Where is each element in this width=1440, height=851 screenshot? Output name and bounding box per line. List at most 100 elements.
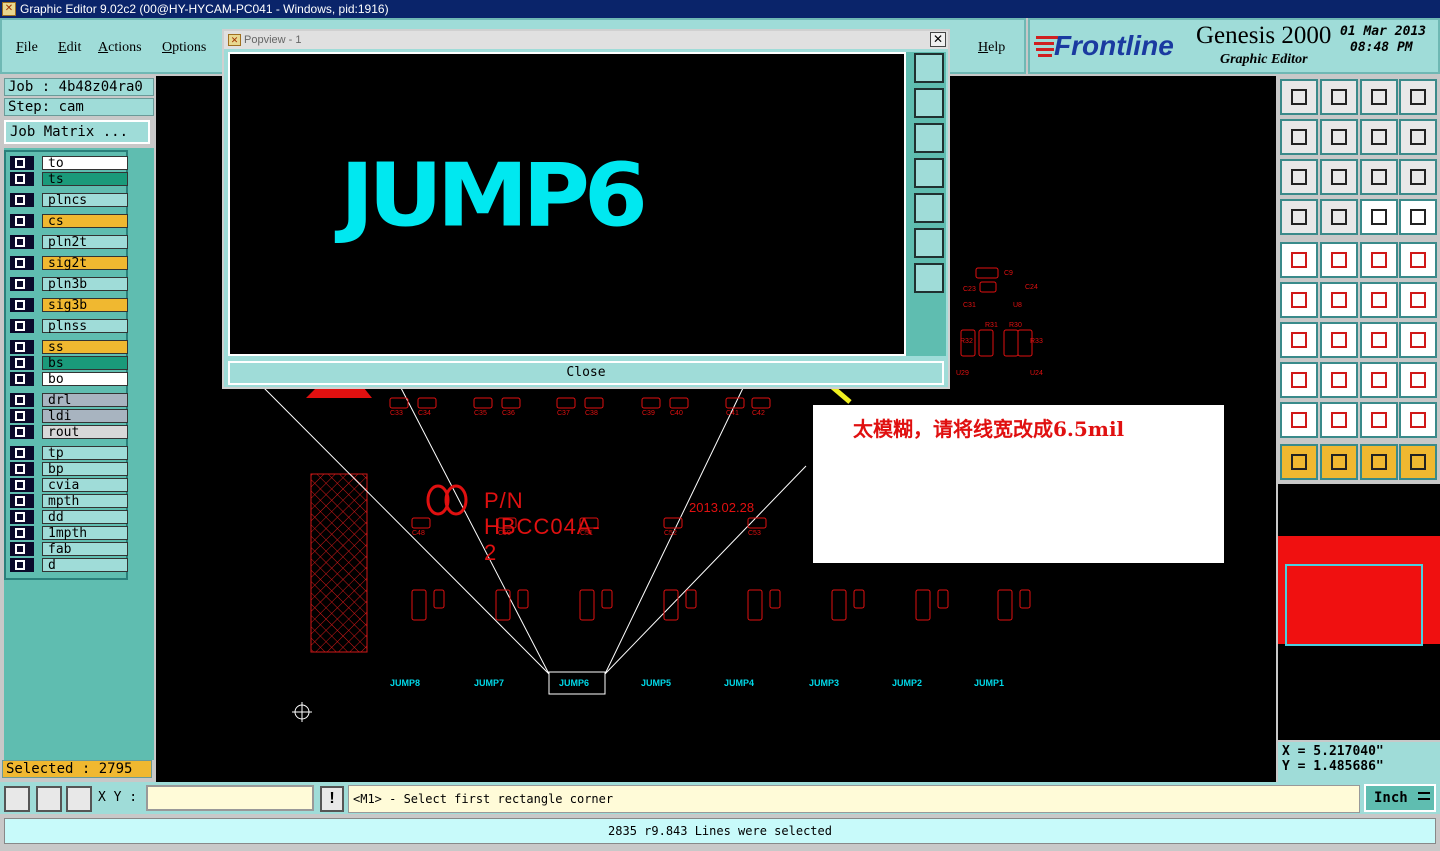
layer-name[interactable]: to	[42, 156, 128, 171]
layer-checkbox[interactable]	[10, 172, 34, 186]
layer-row-pln2t[interactable]: pln2t	[10, 235, 128, 250]
triangle-icon[interactable]	[1280, 402, 1318, 438]
measure-icon[interactable]	[1360, 242, 1398, 278]
layer-name[interactable]: d	[42, 558, 128, 573]
route-icon[interactable]	[1399, 444, 1437, 480]
zoom-swap-icon[interactable]	[1360, 119, 1398, 155]
net2-icon[interactable]	[1399, 199, 1437, 235]
connect-icon[interactable]	[1280, 282, 1318, 318]
layer-checkbox[interactable]	[10, 356, 34, 370]
layer-name[interactable]: bo	[42, 372, 128, 387]
help-icon[interactable]	[1399, 159, 1437, 195]
move-point2-icon[interactable]	[1399, 282, 1437, 318]
copy-pad-icon[interactable]	[1280, 362, 1318, 398]
snap-icon[interactable]	[1320, 199, 1358, 235]
save-icon[interactable]	[1320, 79, 1358, 115]
menu-actions[interactable]: Actions	[98, 40, 142, 56]
select-pad-icon[interactable]	[1280, 242, 1318, 278]
angle-icon[interactable]	[1280, 322, 1318, 358]
layer-name[interactable]: cs	[42, 214, 128, 229]
layer-checkbox[interactable]	[10, 409, 34, 423]
layer-name[interactable]: cvia	[42, 478, 128, 493]
layer-row-ldi[interactable]: ldi	[10, 409, 128, 424]
layer-row-cvia[interactable]: cvia	[10, 478, 128, 493]
pan-right-icon[interactable]	[1320, 119, 1358, 155]
layer-row-plncs[interactable]: plncs	[10, 193, 128, 208]
popview-pan-down-icon[interactable]	[914, 123, 944, 153]
rotate-icon[interactable]	[1399, 119, 1437, 155]
layer-checkbox[interactable]	[10, 156, 34, 170]
zoom-tool-icon[interactable]	[4, 786, 30, 812]
units-select[interactable]: Inch	[1364, 784, 1436, 812]
triangle4-icon[interactable]	[1399, 402, 1437, 438]
layer-row-plnss[interactable]: plnss	[10, 319, 128, 334]
mirror-icon[interactable]	[1399, 322, 1437, 358]
split-view-icon[interactable]	[1399, 79, 1437, 115]
popview-zoom-out-icon[interactable]	[914, 263, 944, 293]
job-matrix-button[interactable]: Job Matrix ...	[4, 120, 150, 144]
layer-row-bo[interactable]: bo	[10, 372, 128, 387]
layer-row-mpth[interactable]: mpth	[10, 494, 128, 509]
popview-close-button[interactable]: Close	[228, 361, 944, 385]
layer-row-fab[interactable]: fab	[10, 542, 128, 557]
layer-checkbox[interactable]	[10, 193, 34, 207]
triangle3-icon[interactable]	[1360, 402, 1398, 438]
layer-row-pln3b[interactable]: pln3b	[10, 277, 128, 292]
popview-zoom-fit-icon[interactable]	[914, 53, 944, 83]
layer-checkbox[interactable]	[10, 494, 34, 508]
layer-checkbox[interactable]	[10, 256, 34, 270]
pointer-icon[interactable]	[1280, 444, 1318, 480]
layer-row-rout[interactable]: rout	[10, 425, 128, 440]
layer-name[interactable]: ldi	[42, 409, 128, 424]
line-icon[interactable]	[1320, 322, 1358, 358]
layer-name[interactable]: drl	[42, 393, 128, 408]
layer-name[interactable]: mpth	[42, 494, 128, 509]
arc-icon[interactable]	[1360, 322, 1398, 358]
layer-row-ts[interactable]: ts	[10, 172, 128, 187]
layer-checkbox[interactable]	[10, 298, 34, 312]
layer-checkbox[interactable]	[10, 277, 34, 291]
layer-name[interactable]: 1mpth	[42, 526, 128, 541]
layer-checkbox[interactable]	[10, 542, 34, 556]
layer-checkbox[interactable]	[10, 510, 34, 524]
cross-icon[interactable]	[1320, 282, 1358, 318]
move-point-icon[interactable]	[1360, 282, 1398, 318]
pointer-select-icon[interactable]	[1360, 444, 1398, 480]
alert-icon[interactable]: !	[320, 786, 344, 812]
layer-name[interactable]: dd	[42, 510, 128, 525]
layer-checkbox[interactable]	[10, 462, 34, 476]
layer-name[interactable]: sig2t	[42, 256, 128, 271]
layer-name[interactable]: bp	[42, 462, 128, 477]
popview-pan-up-icon[interactable]	[914, 88, 944, 118]
layer-checkbox[interactable]	[10, 372, 34, 386]
layer-checkbox[interactable]	[10, 235, 34, 249]
layer-name[interactable]: sig3b	[42, 298, 128, 313]
center-icon[interactable]	[1320, 159, 1358, 195]
menu-edit[interactable]: Edit	[58, 40, 81, 56]
break-line-icon[interactable]	[1320, 362, 1358, 398]
layer-row-to[interactable]: to	[10, 156, 128, 171]
layer-row-d[interactable]: d	[10, 558, 128, 573]
layer-name[interactable]: plnss	[42, 319, 128, 334]
layer-checkbox[interactable]	[10, 526, 34, 540]
fit-icon[interactable]	[1280, 159, 1318, 195]
menu-file[interactable]: File	[16, 40, 38, 56]
layer-row-sig3b[interactable]: sig3b	[10, 298, 128, 313]
xy-input[interactable]	[146, 785, 314, 811]
home-icon[interactable]	[1360, 79, 1398, 115]
record-icon[interactable]	[1399, 242, 1437, 278]
resize-icon[interactable]	[1360, 362, 1398, 398]
layer-name[interactable]: ss	[42, 340, 128, 355]
measure-tool-icon[interactable]	[36, 786, 62, 812]
scale-icon[interactable]	[1360, 159, 1398, 195]
layer-row-dd[interactable]: dd	[10, 510, 128, 525]
layer-row-drl[interactable]: drl	[10, 393, 128, 408]
menu-help[interactable]: Help	[978, 40, 1005, 56]
popview-zoom-in-icon[interactable]	[914, 228, 944, 258]
layer-name[interactable]: ts	[42, 172, 128, 187]
edit-shape-icon[interactable]	[1320, 242, 1358, 278]
pan-left-icon[interactable]	[1280, 119, 1318, 155]
layer-row-1mpth[interactable]: 1mpth	[10, 526, 128, 541]
popview-close-icon[interactable]: ✕	[930, 32, 946, 47]
layer-name[interactable]: tp	[42, 446, 128, 461]
